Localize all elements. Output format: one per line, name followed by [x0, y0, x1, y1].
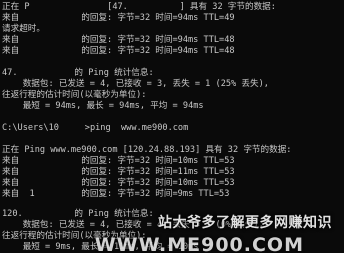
watermark-tagline: 站大爷多了解更多网赚知识 — [158, 215, 332, 231]
console-line: 来自 的回复: 字节=32 时间=94ms TTL=49 — [2, 13, 235, 23]
console-line: 来自 的回复: 字节=32 时间=11ms TTL=53 — [2, 167, 235, 177]
console-line: 来自 的回复: 字节=32 时间=94ms TTL=48 — [2, 35, 235, 45]
command-prompt-window[interactable]: 正在 P [47. ] 具有 32 字节的数据: 来自 的回复: 字节=32 时… — [0, 0, 344, 253]
console-line: 请求超时。 — [2, 24, 45, 34]
console-command-line: C:\Users\10 >ping www.me900.com — [2, 123, 189, 133]
console-line: 最短 = 94ms, 最长 = 94ms, 平均 = 94ms — [2, 101, 204, 111]
console-line: 正在 P [47. ] 具有 32 字节的数据: — [2, 2, 276, 12]
console-line: 来自 的回复: 字节=32 时间=10ms TTL=53 — [2, 156, 235, 166]
console-line: 来自 的回复: 字节=32 时间=94ms TTL=48 — [2, 46, 235, 56]
console-line: 数据包: 已发送 = 4, 已接收 = 3, 丢失 = 1 (25% 丢失), — [2, 79, 269, 89]
console-line: 正在 Ping www.me900.com [120.24.88.193] 具有… — [2, 145, 292, 155]
console-line: 120. 的 Ping 统计信息: — [2, 209, 154, 219]
console-line: 来自 1 的回复: 字节=32 时间=9ms TTL=53 — [2, 189, 230, 199]
console-line: 47. 的 Ping 统计信息: — [2, 68, 154, 78]
watermark-url: WWW.ME900.COM — [94, 234, 304, 253]
console-line: 来自 的回复: 字节=32 时间=10ms TTL=53 — [2, 178, 235, 188]
console-line: 往返行程的估计时间(以毫秒为单位): — [2, 90, 147, 100]
